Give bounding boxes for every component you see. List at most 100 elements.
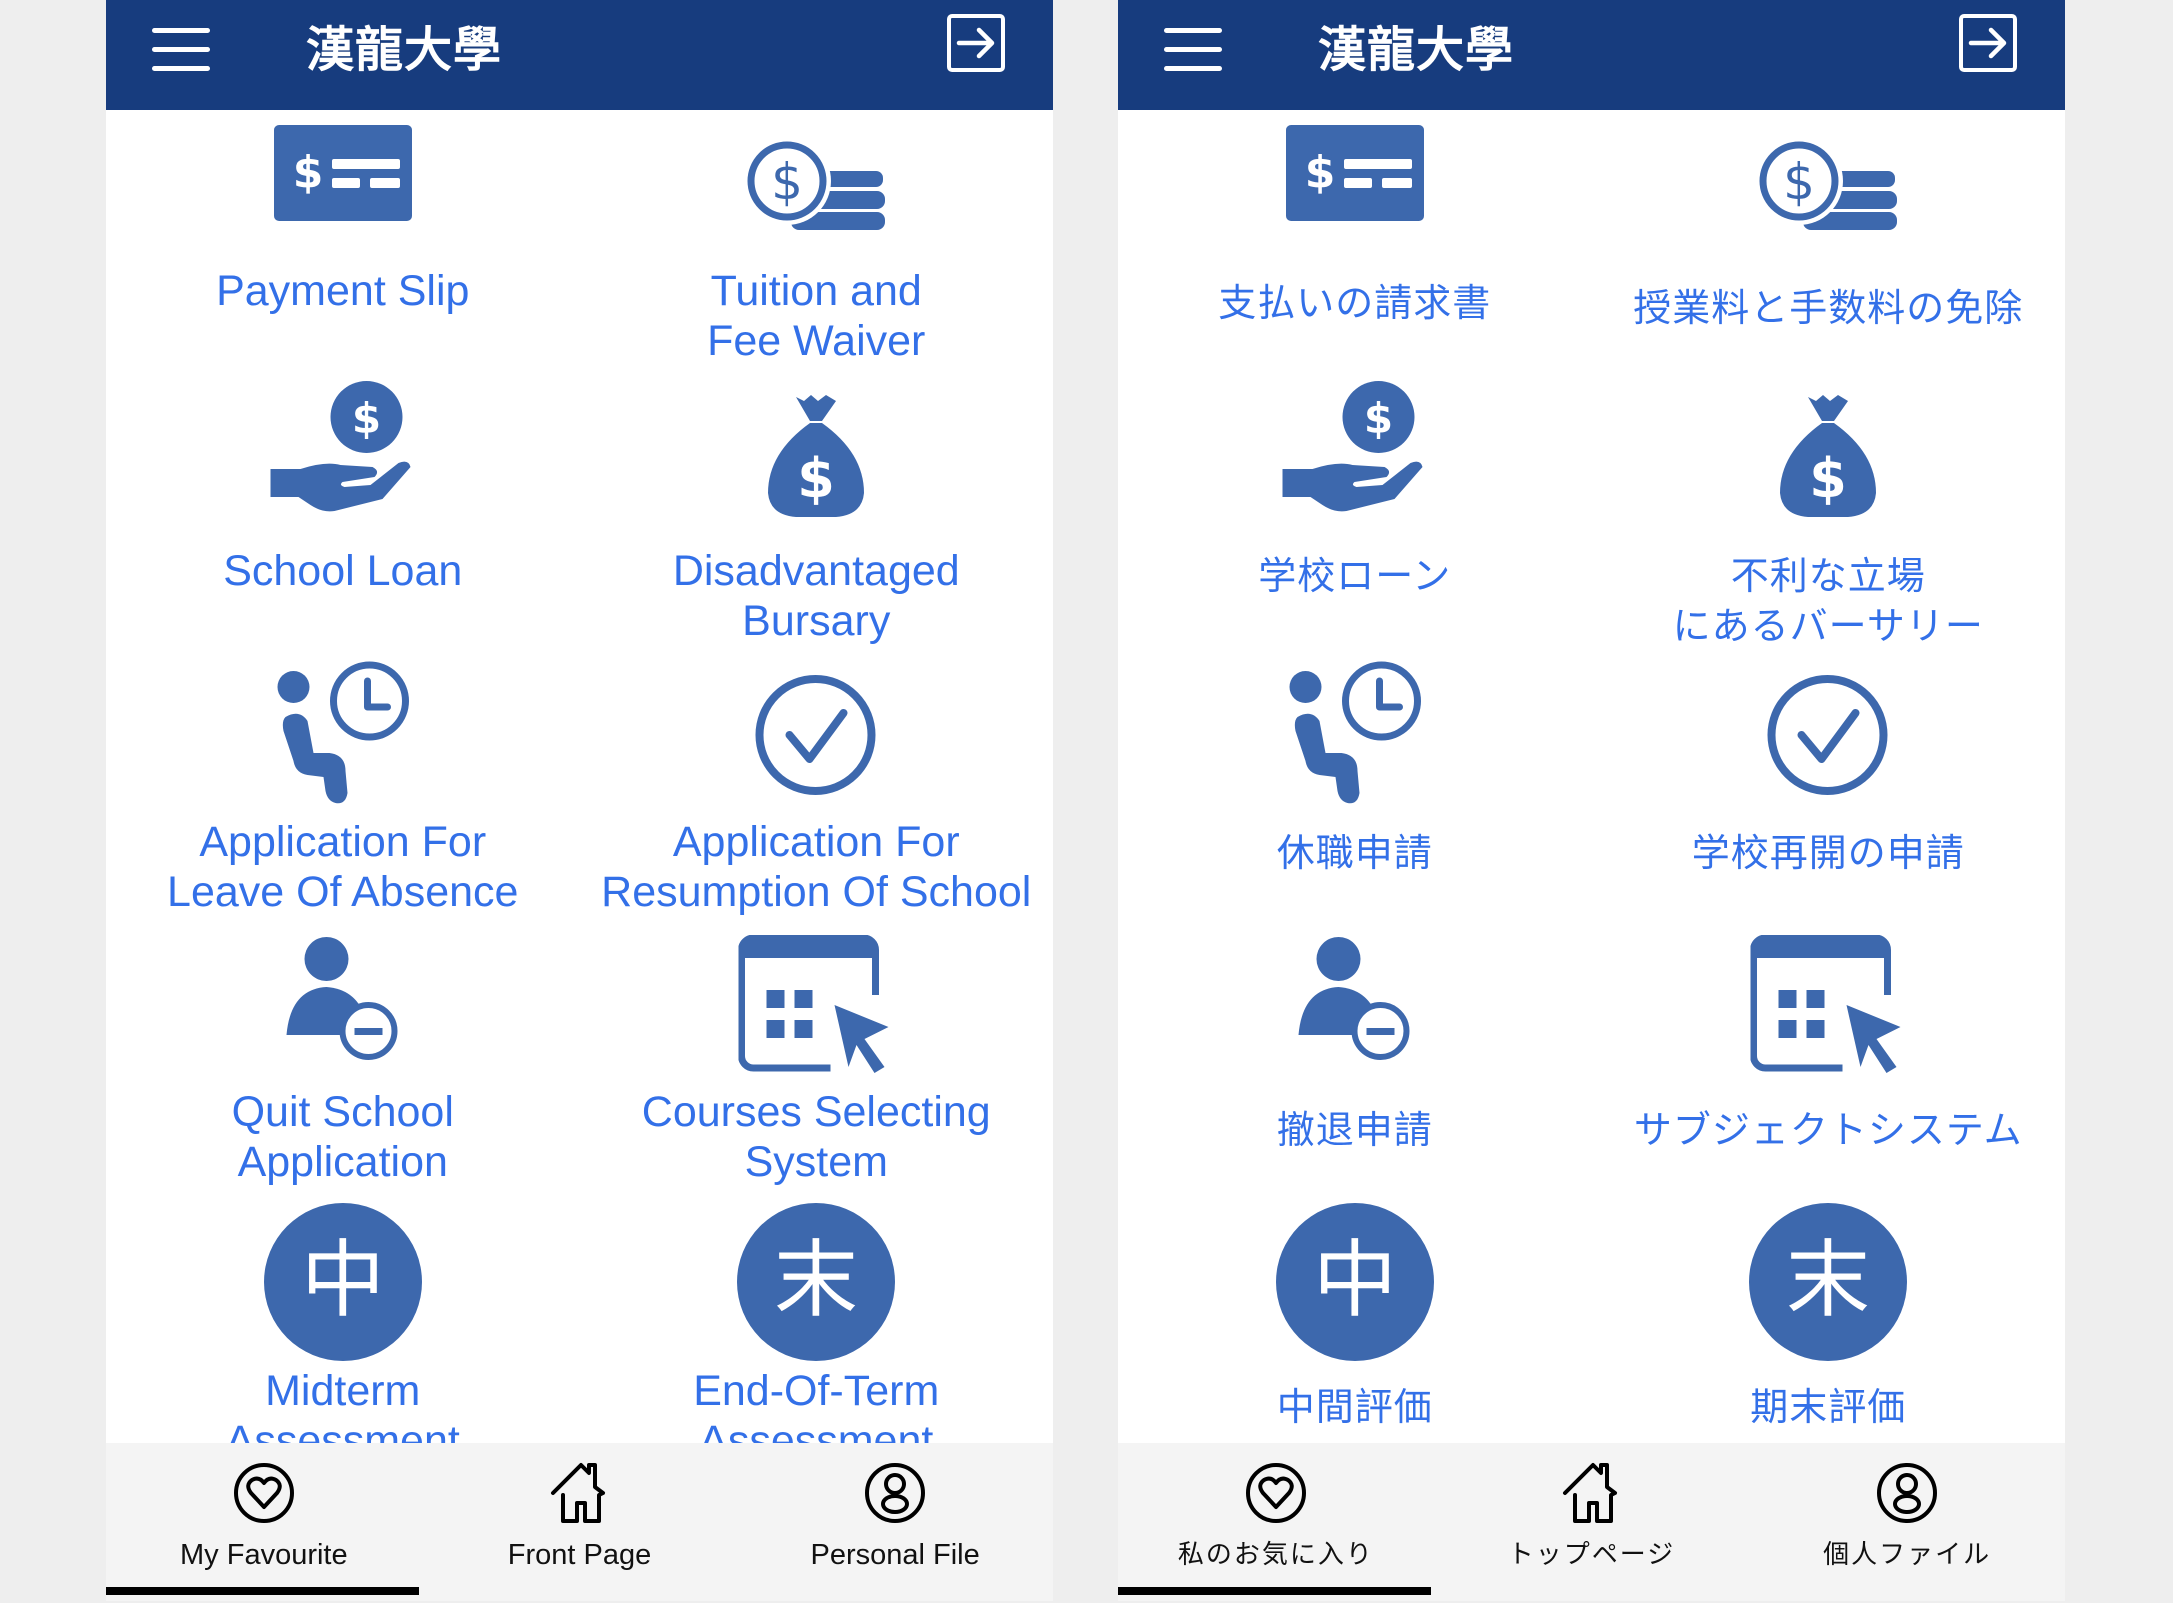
tile-label-line: Assessment — [699, 1417, 934, 1443]
tile-label: サブジェクトシステム — [1592, 1105, 2066, 1155]
tile-label-line: Resumption Of School — [601, 868, 1032, 916]
function-grid: $ 支払いの請求書 $ 授業料と手数料の免除 $ 学校ローン $ 不利な立場にあ… — [1118, 110, 2065, 1443]
hand-coin-icon: $ — [1282, 381, 1427, 521]
calendar-cursor-icon — [1750, 935, 1906, 1075]
tile-label: 学校再開の申請 — [1592, 828, 2066, 878]
bottom-nav: 私のお気に入り トップページ 個人ファイル — [1118, 1443, 2065, 1601]
badge-glyph: 中 — [1313, 1231, 1397, 1329]
panel-english: 漢龍大學 $ Payment Slip $ Tuition and Fee Wai… — [106, 0, 1053, 1601]
svg-text:$: $ — [771, 153, 803, 211]
tile-label-line: にあるバーサリー — [1672, 604, 1984, 648]
tile-label-line: Application For — [199, 818, 487, 866]
nav-home[interactable]: Front Page — [422, 1443, 738, 1601]
tile-label-line: 中間評価 — [1276, 1385, 1433, 1429]
nav-label: Front Page — [507, 1539, 652, 1571]
tile-label: 支払いの請求書 — [1118, 278, 1592, 328]
home-icon — [1559, 1461, 1623, 1525]
tile-label-line: Application For — [672, 818, 960, 866]
tile-label: Application For Leave Of Absence — [106, 817, 580, 917]
tile-label-line: 撤退申請 — [1276, 1108, 1433, 1152]
tile-label-line: Tuition and — [710, 267, 922, 315]
payment-slip-icon: $ — [1285, 125, 1424, 221]
nav-label: Personal File — [810, 1539, 980, 1571]
badge-glyph: 末 — [1786, 1231, 1870, 1329]
tile-label: 授業料と手数料の免除 — [1592, 283, 2066, 333]
tile-label-line: System — [744, 1138, 888, 1186]
home-icon — [547, 1461, 611, 1525]
user-minus-icon — [1292, 935, 1417, 1060]
nav-label: トップページ — [1507, 1540, 1676, 1570]
nav-person-circle[interactable]: 個人ファイル — [1749, 1443, 2065, 1601]
tile-label: Payment Slip — [106, 266, 580, 316]
midterm-badge-icon: 中 — [1275, 1203, 1434, 1361]
nav-label: My Favourite — [180, 1539, 348, 1571]
heart-circle-icon — [1244, 1461, 1308, 1525]
app-header: 漢龍大學 — [106, 0, 1053, 110]
badge-glyph: 末 — [774, 1231, 858, 1329]
svg-text:$: $ — [1809, 447, 1847, 510]
tile-label-line: 不利な立場 — [1730, 554, 1926, 598]
tile-label: Disadvantaged Bursary — [580, 546, 1054, 646]
tile-label-line: Bursary — [742, 597, 891, 645]
tile-label-line: Payment Slip — [216, 267, 470, 315]
hamburger-menu-icon[interactable] — [152, 26, 210, 72]
money-bag-icon: $ — [766, 393, 866, 518]
seated-person-clock-icon — [1287, 661, 1422, 806]
svg-text:$: $ — [1364, 394, 1393, 443]
coins-stack-icon: $ — [1759, 141, 1898, 231]
coins-stack-icon: $ — [747, 141, 886, 231]
tile-label: 不利な立場にあるバーサリー — [1592, 551, 2066, 651]
svg-text:$: $ — [1783, 153, 1815, 211]
svg-text:$: $ — [292, 147, 323, 198]
tile-label-line: Courses Selecting — [641, 1088, 991, 1136]
tile-label-line: 期末評価 — [1750, 1385, 1907, 1429]
tile-label: Application For Resumption Of School — [580, 817, 1054, 917]
bottom-nav: My Favourite Front Page Personal File — [106, 1443, 1053, 1601]
svg-text:$: $ — [352, 394, 381, 443]
tile-label-line: 支払いの請求書 — [1218, 281, 1492, 325]
app-title: 漢龍大學 — [1318, 22, 1515, 78]
nav-heart-circle[interactable]: 私のお気に入り — [1118, 1443, 1434, 1601]
panel-japanese: 漢龍大學 $ 支払いの請求書 $ 授業料と手数料の免除 $ 学校ローン $ 不利… — [1118, 0, 2065, 1601]
logout-arrow-icon[interactable] — [946, 13, 1006, 73]
tile-label-line: End-Of-Term — [693, 1367, 940, 1415]
logout-arrow-icon[interactable] — [1958, 13, 2018, 73]
tile-label-line: Midterm — [265, 1367, 421, 1415]
active-tab-indicator — [106, 1587, 419, 1595]
tile-label-line: School Loan — [223, 547, 463, 595]
end-term-badge-icon: 末 — [737, 1203, 896, 1361]
tile-label: End-Of-Term Assessment — [580, 1366, 1054, 1443]
tile-label: Quit School Application — [106, 1087, 580, 1187]
tile-label-line: Disadvantaged — [672, 547, 960, 595]
nav-heart-circle[interactable]: My Favourite — [106, 1443, 422, 1601]
tile-label: 休職申請 — [1118, 828, 1592, 878]
tile-label-line: 学校ローン — [1258, 554, 1452, 598]
end-term-badge-icon: 末 — [1749, 1203, 1908, 1361]
tile-label-line: 授業料と手数料の免除 — [1633, 286, 2024, 330]
tile-label-line: サブジェクトシステム — [1633, 1108, 2023, 1152]
function-grid: $ Payment Slip $ Tuition and Fee Waiver $… — [106, 110, 1053, 1443]
tile-label-line: 休職申請 — [1276, 831, 1433, 875]
payment-slip-icon: $ — [273, 125, 412, 221]
money-bag-icon: $ — [1778, 393, 1878, 518]
nav-person-circle[interactable]: Personal File — [737, 1443, 1053, 1601]
hamburger-menu-icon[interactable] — [1164, 26, 1222, 72]
tile-label: School Loan — [106, 546, 580, 596]
tile-label: 学校ローン — [1118, 551, 1592, 601]
calendar-cursor-icon — [738, 935, 894, 1075]
heart-circle-icon — [232, 1461, 296, 1525]
svg-text:$: $ — [797, 447, 835, 510]
check-circle-icon — [754, 673, 879, 798]
tile-label-line: Leave Of Absence — [167, 868, 519, 916]
app-title: 漢龍大學 — [306, 22, 503, 78]
tile-label: 期末評価 — [1592, 1382, 2066, 1432]
person-circle-icon — [863, 1461, 927, 1525]
hand-coin-icon: $ — [270, 381, 415, 521]
svg-text:$: $ — [1304, 147, 1335, 198]
nav-home[interactable]: トップページ — [1434, 1443, 1750, 1601]
check-circle-icon — [1766, 673, 1891, 798]
midterm-badge-icon: 中 — [263, 1203, 422, 1361]
badge-glyph: 中 — [301, 1231, 385, 1329]
tile-label: Courses Selecting System — [580, 1087, 1054, 1187]
app-header: 漢龍大學 — [1118, 0, 2065, 110]
